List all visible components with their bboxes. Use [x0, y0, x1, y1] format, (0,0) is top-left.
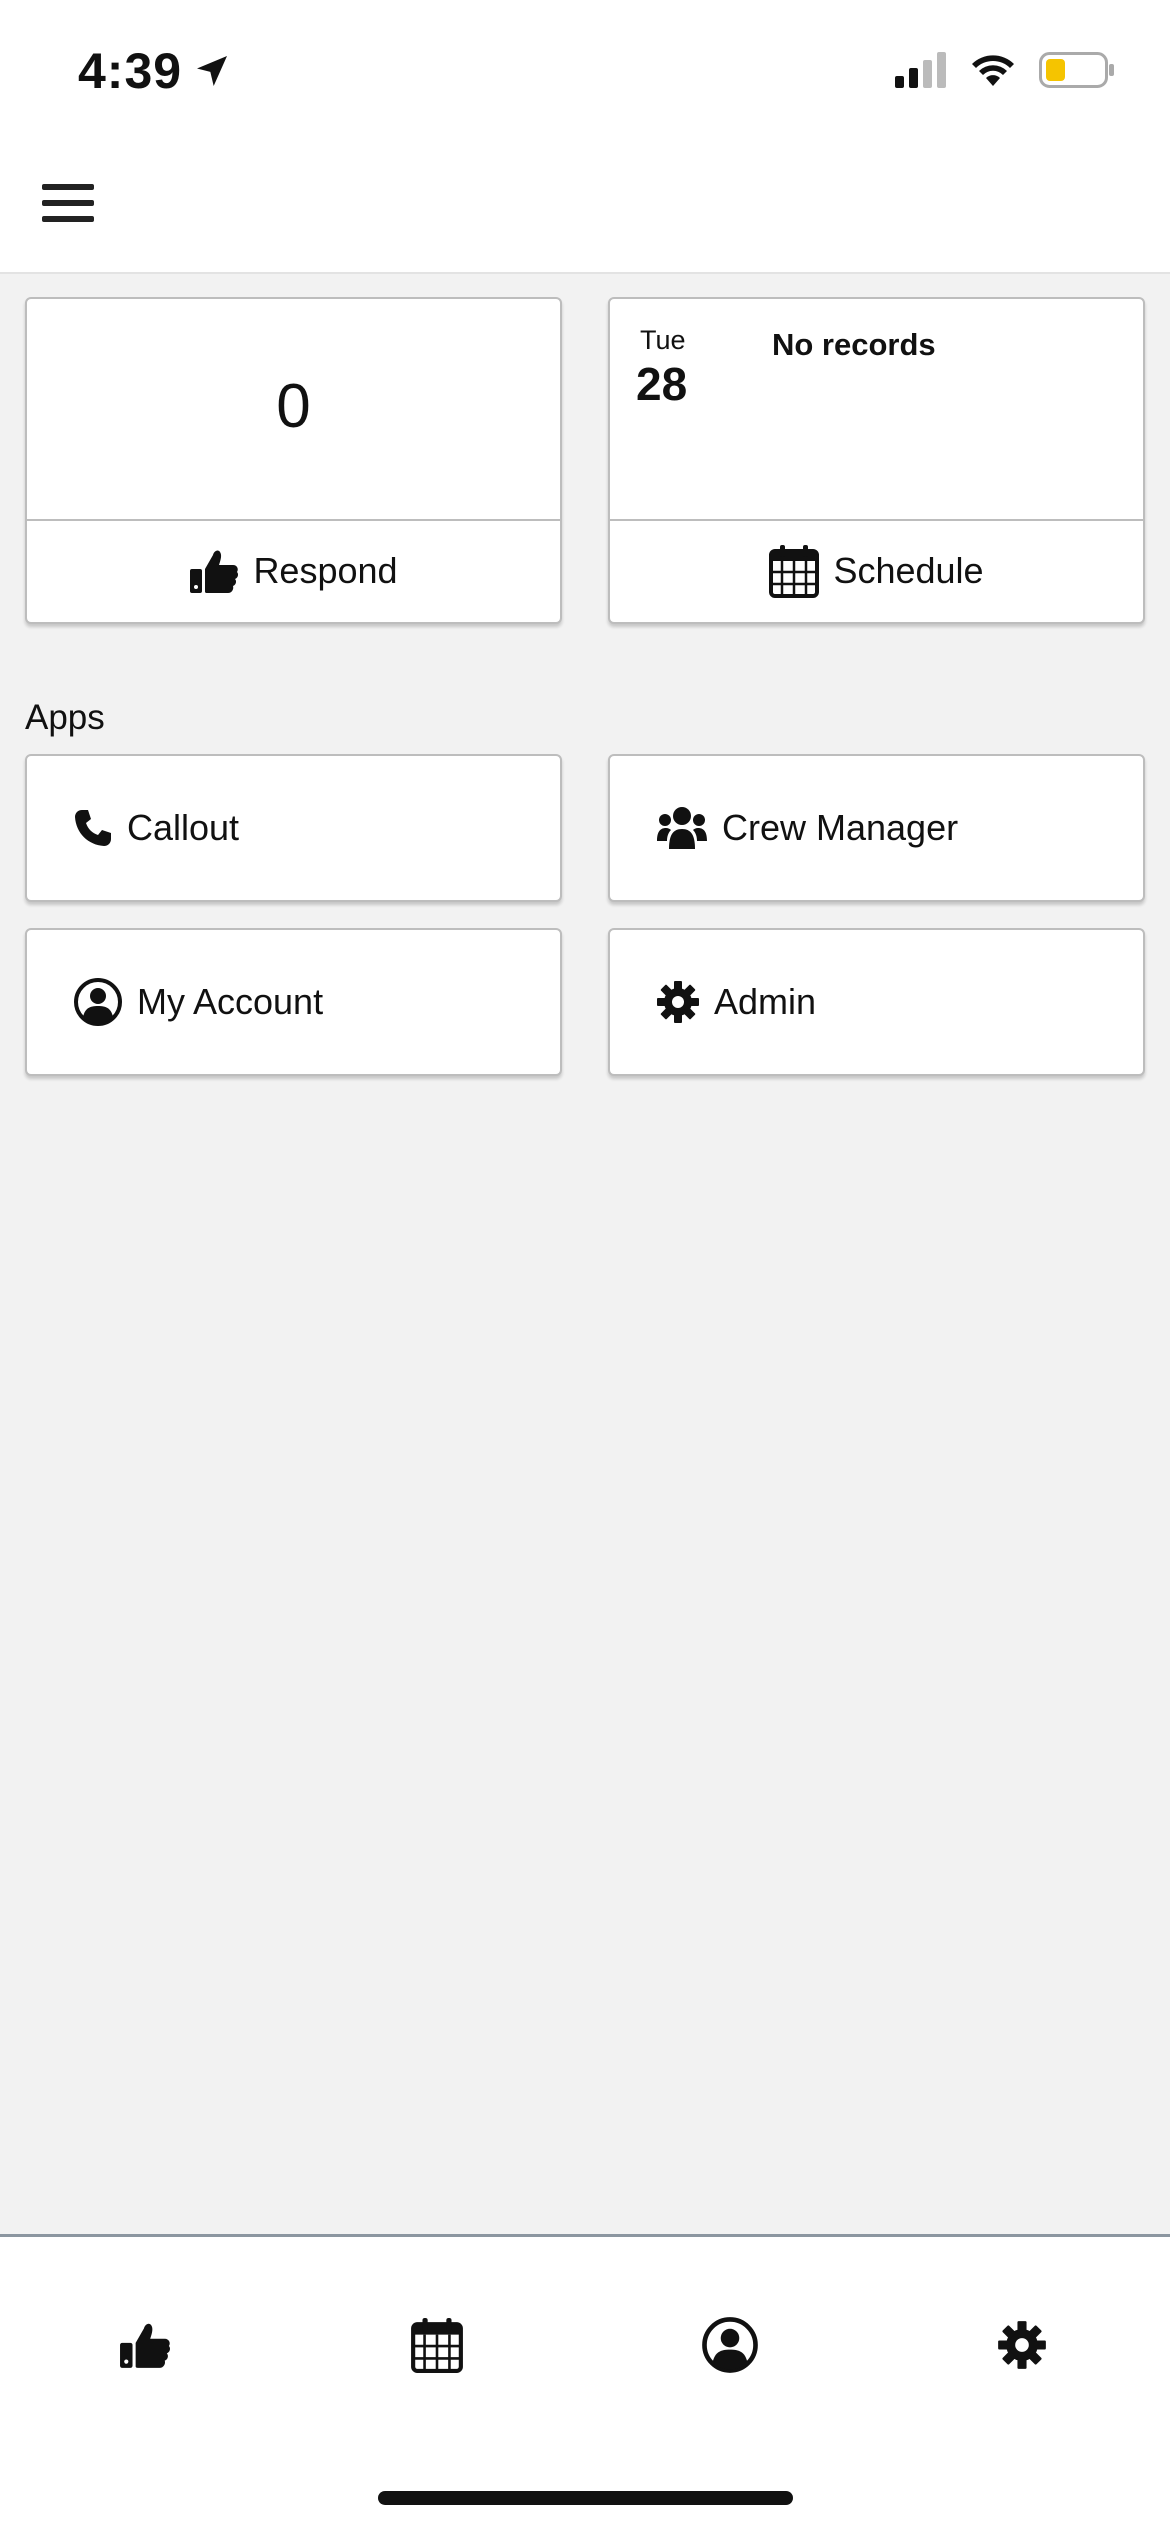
admin-button[interactable]: Admin [608, 928, 1145, 1076]
schedule-day-name: Tue [640, 325, 686, 355]
crew-manager-label: Crew Manager [722, 807, 959, 848]
status-bar: 4:39 [0, 0, 1170, 140]
user-circle-icon [702, 2317, 758, 2373]
calendar-icon [769, 545, 820, 598]
respond-count: 0 [276, 372, 311, 441]
wifi-icon [972, 55, 1014, 86]
hamburger-icon[interactable] [42, 184, 94, 228]
status-time: 4:39 [78, 42, 232, 100]
home-indicator [378, 2491, 793, 2505]
phone-icon [75, 810, 111, 846]
respond-tile-top: 0 [27, 299, 560, 521]
nav-respond[interactable] [105, 2305, 185, 2385]
schedule-tile[interactable]: Tue 28 No records Schedule [608, 297, 1145, 624]
schedule-day-number: 28 [636, 358, 688, 410]
respond-tile[interactable]: 0 Respond [25, 297, 562, 624]
schedule-tile-top: Tue 28 No records [610, 299, 1143, 521]
battery-icon [1039, 52, 1114, 88]
user-circle-icon [74, 978, 122, 1026]
schedule-empty-message: No records [772, 327, 936, 362]
nav-admin[interactable] [982, 2305, 1062, 2385]
nav-account[interactable] [690, 2305, 770, 2385]
gear-icon [657, 981, 699, 1023]
schedule-button[interactable]: Schedule [610, 520, 1143, 622]
bottom-nav [0, 2234, 1170, 2535]
callout-label: Callout [127, 807, 240, 848]
my-account-button[interactable]: My Account [25, 928, 562, 1076]
respond-button[interactable]: Respond [27, 520, 560, 622]
thumbs-up-icon [120, 2323, 171, 2368]
status-time-text: 4:39 [78, 43, 183, 99]
cellular-signal-icon [895, 52, 946, 88]
nav-schedule[interactable] [397, 2305, 477, 2385]
admin-label: Admin [714, 981, 817, 1022]
callout-button[interactable]: Callout [25, 754, 562, 902]
calendar-icon [411, 2318, 463, 2373]
apps-section-title: Apps [25, 698, 105, 737]
crew-manager-button[interactable]: Crew Manager [608, 754, 1145, 902]
respond-label: Respond [253, 550, 398, 591]
schedule-label: Schedule [833, 550, 984, 591]
status-indicators [895, 52, 1115, 88]
my-account-label: My Account [137, 981, 324, 1022]
thumbs-up-icon [190, 550, 239, 593]
gear-icon [998, 2321, 1046, 2369]
app-header [0, 140, 1170, 274]
users-icon [657, 807, 707, 849]
location-arrow-icon [197, 56, 228, 86]
